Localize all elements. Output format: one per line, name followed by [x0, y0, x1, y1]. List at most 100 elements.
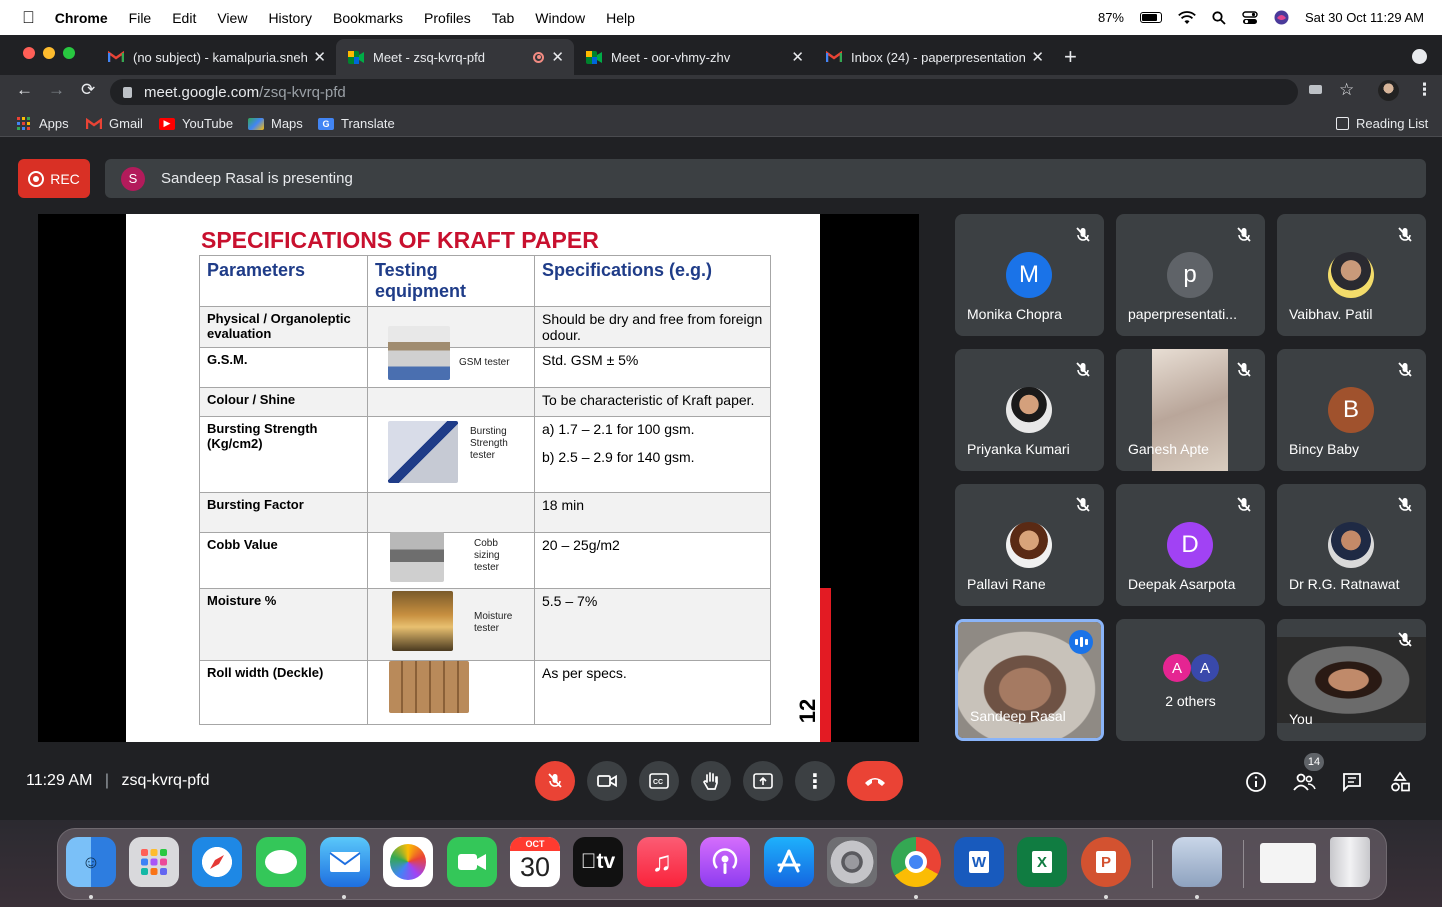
close-tab-icon[interactable]: ✕ [791, 48, 804, 66]
mic-off-icon [1237, 362, 1251, 377]
close-tab-icon[interactable]: ✕ [313, 48, 326, 66]
participant-count-badge: 14 [1304, 753, 1324, 771]
participant-tile-you[interactable]: You [1277, 619, 1426, 741]
dock-divider [1152, 840, 1153, 888]
battery-icon[interactable] [1140, 12, 1162, 23]
podcasts-icon[interactable] [700, 837, 750, 887]
participant-tile-priyanka-kumari[interactable]: Priyanka Kumari [955, 349, 1104, 471]
participant-tile-paperpresentation[interactable]: p paperpresentati... [1116, 214, 1265, 336]
bookmark-star-icon[interactable]: ☆ [1339, 80, 1354, 100]
leave-call-button[interactable] [847, 761, 903, 801]
participant-tile-deepak-asarpota[interactable]: D Deepak Asarpota [1116, 484, 1265, 606]
menu-history[interactable]: History [268, 10, 312, 26]
finder-icon[interactable]: ☺ [66, 837, 116, 887]
chrome-icon[interactable] [891, 837, 941, 887]
app-store-icon[interactable] [764, 837, 814, 887]
reading-list-button[interactable]: Reading List [1336, 116, 1428, 131]
minimized-window-thumbnail[interactable] [1260, 843, 1316, 883]
launchpad-icon[interactable] [129, 837, 179, 887]
camera-toggle-button[interactable] [587, 761, 627, 801]
participant-tile-dr-rg-ratnawat[interactable]: Dr R.G. Ratnawat [1277, 484, 1426, 606]
menu-app-name[interactable]: Chrome [55, 10, 108, 26]
music-icon[interactable]: ♫ [637, 837, 687, 887]
messages-icon[interactable] [256, 837, 306, 887]
bookmark-maps[interactable]: Maps [248, 116, 303, 131]
tab-gmail-no-subject[interactable]: (no subject) - kamalpuria.sneh ✕ [96, 39, 336, 75]
tab-meet-oor-vhmy-zhv[interactable]: Meet - oor-vhmy-zhv ✕ [574, 39, 814, 75]
menu-bar-clock[interactable]: Sat 30 Oct 11:29 AM [1305, 10, 1424, 25]
menu-edit[interactable]: Edit [172, 10, 196, 26]
bookmark-youtube[interactable]: ▶ YouTube [159, 116, 233, 131]
participant-tile-ganesh-apte[interactable]: Ganesh Apte [1116, 349, 1265, 471]
participant-tile-pallavi-rane[interactable]: Pallavi Rane [955, 484, 1104, 606]
recording-badge[interactable]: REC [18, 159, 90, 198]
forward-arrow-icon[interactable]: → [48, 80, 65, 100]
participant-tile-monika-chopra[interactable]: M Monika Chopra [955, 214, 1104, 336]
bookmark-apps[interactable]: Apps [16, 116, 69, 131]
safari-icon[interactable] [192, 837, 242, 887]
parameter-cell: Bursting Strength (Kg/cm2) [199, 416, 368, 493]
present-now-button[interactable] [743, 761, 783, 801]
people-icon [1293, 773, 1316, 791]
more-options-button[interactable]: ⋮ [795, 761, 835, 801]
menu-file[interactable]: File [129, 10, 152, 26]
bookmark-gmail[interactable]: Gmail [86, 116, 143, 131]
minimize-window-button[interactable] [43, 47, 55, 59]
participant-tile-others[interactable]: A A 2 others [1116, 619, 1265, 741]
participant-name: You [1289, 711, 1313, 727]
wifi-icon[interactable] [1178, 10, 1196, 25]
close-window-button[interactable] [23, 47, 35, 59]
menu-bookmarks[interactable]: Bookmarks [333, 10, 403, 26]
reload-icon[interactable]: ⟳ [81, 80, 95, 100]
trash-icon[interactable] [1330, 837, 1370, 887]
participant-tile-vaibhav-patil[interactable]: Vaibhav. Patil [1277, 214, 1426, 336]
system-preferences-icon[interactable] [827, 837, 877, 887]
apple-menu-icon[interactable]:  [22, 8, 35, 28]
menu-tab[interactable]: Tab [492, 10, 515, 26]
activities-button[interactable] [1387, 769, 1413, 795]
preview-icon[interactable] [1172, 837, 1222, 887]
menu-profiles[interactable]: Profiles [424, 10, 471, 26]
siri-icon[interactable] [1274, 10, 1289, 25]
microsoft-powerpoint-icon[interactable]: P [1081, 837, 1131, 887]
microphone-toggle-button[interactable] [535, 761, 575, 801]
calendar-icon[interactable]: OCT 30 [510, 837, 560, 887]
camera-in-use-icon[interactable] [1309, 85, 1322, 94]
microsoft-word-icon[interactable]: W [954, 837, 1004, 887]
meeting-details-button[interactable] [1243, 769, 1269, 795]
address-bar[interactable]: meet.google.com/zsq-kvrq-pfd [110, 79, 1298, 105]
microsoft-excel-icon[interactable]: X [1017, 837, 1067, 887]
tab-search-icon[interactable] [1412, 49, 1427, 64]
captions-button[interactable]: CC [639, 761, 679, 801]
mail-icon[interactable] [320, 837, 370, 887]
apple-tv-icon[interactable]: tv [573, 837, 623, 887]
new-tab-plus-icon[interactable]: + [1064, 44, 1077, 70]
back-arrow-icon[interactable]: ← [16, 80, 33, 100]
tab-gmail-inbox[interactable]: Inbox (24) - paperpresentation ✕ [814, 39, 1054, 75]
participant-name: Dr R.G. Ratnawat [1289, 576, 1400, 592]
participant-tile-sandeep-rasal[interactable]: Sandeep Rasal [955, 619, 1104, 741]
chrome-menu-kebab-icon[interactable]: ⋮ [1416, 80, 1433, 100]
menu-view[interactable]: View [217, 10, 247, 26]
bookmark-translate[interactable]: G Translate [318, 116, 395, 131]
spotlight-search-icon[interactable] [1212, 10, 1226, 25]
control-center-icon[interactable] [1242, 10, 1258, 25]
participant-tile-bincy-baby[interactable]: B Bincy Baby [1277, 349, 1426, 471]
chat-button[interactable] [1339, 769, 1365, 795]
message-bubble-glyph [265, 850, 297, 874]
mic-off-icon [1398, 227, 1412, 242]
photos-icon[interactable] [383, 837, 433, 887]
close-tab-icon[interactable]: ✕ [1031, 48, 1044, 66]
menu-window[interactable]: Window [535, 10, 585, 26]
participant-avatar: M [1006, 252, 1052, 298]
raise-hand-button[interactable] [691, 761, 731, 801]
close-tab-icon[interactable]: ✕ [551, 48, 564, 66]
profile-avatar[interactable] [1378, 80, 1399, 101]
zoom-window-button[interactable] [63, 47, 75, 59]
tab-meet-zsq-kvrq-pfd[interactable]: Meet - zsq-kvrq-pfd ✕ [336, 39, 574, 75]
show-everyone-button[interactable] [1291, 769, 1317, 795]
facetime-icon[interactable] [447, 837, 497, 887]
menu-help[interactable]: Help [606, 10, 635, 26]
video-camera-icon [597, 774, 617, 788]
participant-avatar: p [1167, 252, 1213, 298]
